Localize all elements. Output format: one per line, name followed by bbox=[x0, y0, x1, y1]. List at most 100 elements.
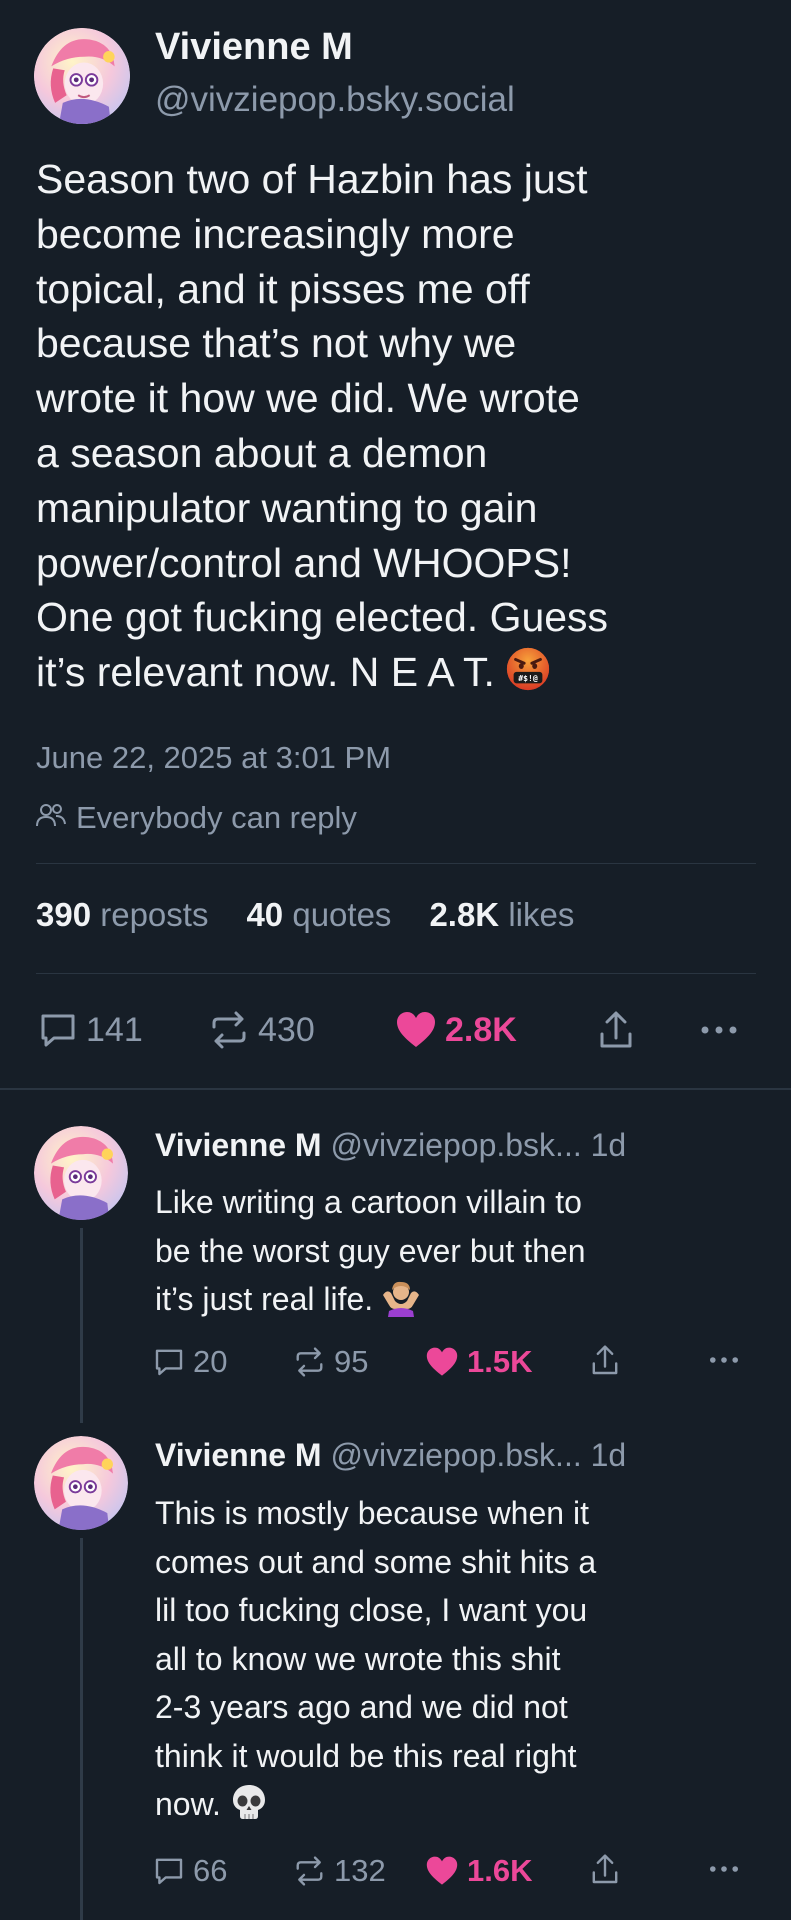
share-icon bbox=[600, 1011, 632, 1048]
reply-text-line: 2-3 years ago and we did not bbox=[155, 1689, 568, 1725]
reposts-stat[interactable]: 390 reposts bbox=[36, 896, 208, 934]
repost-count: 430 bbox=[258, 1010, 315, 1049]
like-count: 1.5K bbox=[467, 1344, 533, 1379]
reply-button[interactable]: 66 bbox=[153, 1853, 227, 1889]
reply-count: 141 bbox=[86, 1010, 143, 1049]
share-button[interactable] bbox=[589, 1853, 621, 1887]
reply-button[interactable]: 20 bbox=[153, 1344, 227, 1380]
thread-line bbox=[80, 1538, 83, 1920]
svg-text:#$!@: #$!@ bbox=[518, 673, 538, 683]
likes-count: 2.8K bbox=[429, 896, 500, 933]
reply-setting[interactable]: Everybody can reply bbox=[36, 800, 357, 836]
reply-text-line: Like writing a cartoon villain to bbox=[155, 1184, 582, 1220]
reply-setting-label: Everybody can reply bbox=[76, 800, 357, 835]
author-handle[interactable]: @vivziepop.bsky.social bbox=[155, 80, 515, 120]
repost-count: 132 bbox=[334, 1853, 386, 1888]
share-icon bbox=[592, 1854, 618, 1884]
heart-icon bbox=[397, 1012, 435, 1047]
reply-button[interactable]: 141 bbox=[38, 1010, 143, 1050]
reply-icon bbox=[41, 1014, 75, 1047]
like-button[interactable]: 1.5K bbox=[425, 1344, 532, 1380]
reply-text-line-content: it’s just real life. bbox=[155, 1281, 374, 1317]
share-icon bbox=[592, 1345, 618, 1375]
share-button[interactable] bbox=[596, 1010, 636, 1052]
repost-icon bbox=[296, 1856, 323, 1886]
thread-line bbox=[80, 1228, 83, 1423]
repost-button[interactable]: 430 bbox=[208, 1010, 315, 1050]
repost-button[interactable]: 95 bbox=[293, 1344, 368, 1380]
reply-header[interactable]: Vivienne M @vivziepop.bsk... 1d bbox=[155, 1127, 626, 1164]
avatar-illustration bbox=[34, 1436, 128, 1530]
author-avatar[interactable] bbox=[34, 28, 130, 124]
likes-stat[interactable]: 2.8K likes bbox=[429, 896, 574, 934]
repost-button[interactable]: 132 bbox=[293, 1853, 386, 1889]
divider bbox=[36, 973, 756, 974]
more-icon bbox=[710, 1866, 738, 1872]
more-icon bbox=[701, 1026, 737, 1034]
post-text-line: power/control and WHOOPS! bbox=[36, 539, 572, 586]
reply-time: 1d bbox=[590, 1437, 627, 1473]
more-options-button[interactable] bbox=[706, 1853, 742, 1885]
reply-text-line-last: it’s just real life. bbox=[155, 1275, 765, 1324]
post-text-line: a season about a demon bbox=[36, 429, 488, 476]
reply-text-line-last: now. bbox=[155, 1780, 765, 1829]
post-text-line: manipulator wanting to gain bbox=[36, 484, 538, 531]
quotes-count: 40 bbox=[246, 896, 284, 933]
post-text-line-last: it’s relevant now. N E A T. #$!@ bbox=[36, 645, 766, 700]
like-button[interactable]: 1.6K bbox=[425, 1853, 532, 1889]
reply-text-line-content: now. bbox=[155, 1786, 221, 1822]
likes-label: likes bbox=[508, 896, 575, 933]
reply-author-avatar[interactable] bbox=[34, 1436, 128, 1530]
repost-count: 95 bbox=[334, 1344, 369, 1379]
reply-author-name: Vivienne M bbox=[155, 1437, 322, 1473]
reply-header[interactable]: Vivienne M @vivziepop.bsk... 1d bbox=[155, 1437, 626, 1474]
reposts-count: 390 bbox=[36, 896, 92, 933]
more-options-button[interactable] bbox=[697, 1010, 741, 1050]
avatar-illustration bbox=[34, 1126, 128, 1220]
post-text-line-content: it’s relevant now. N E A T. bbox=[36, 649, 495, 696]
post-text-line: Season two of Hazbin has just bbox=[36, 156, 588, 202]
post-stats: 390 reposts 40 quotes 2.8K likes bbox=[36, 896, 574, 934]
like-button[interactable]: 2.8K bbox=[395, 1010, 517, 1050]
reply-icon bbox=[155, 1349, 183, 1376]
share-button[interactable] bbox=[589, 1344, 621, 1378]
post-text-line: wrote it how we did. We wrote bbox=[36, 375, 580, 422]
like-count: 2.8K bbox=[445, 1010, 517, 1049]
reply-author-handle: @vivziepop.bsk... bbox=[330, 1437, 582, 1473]
quotes-label: quotes bbox=[292, 896, 392, 933]
people-icon bbox=[36, 800, 66, 836]
reply-count: 20 bbox=[193, 1344, 228, 1379]
reply-text: Like writing a cartoon villain to be the… bbox=[155, 1178, 765, 1324]
reply-author-handle: @vivziepop.bsk... bbox=[330, 1127, 582, 1163]
reply-time: 1d bbox=[590, 1127, 627, 1163]
skull-icon bbox=[229, 1782, 269, 1822]
reply-text-line: all to know we wrote this shit bbox=[155, 1640, 561, 1677]
repost-icon bbox=[296, 1347, 323, 1377]
heart-icon bbox=[426, 1856, 458, 1885]
heart-icon bbox=[426, 1347, 458, 1376]
more-icon bbox=[710, 1357, 738, 1363]
divider bbox=[36, 863, 756, 864]
reply-author-avatar[interactable] bbox=[34, 1126, 128, 1220]
post-text: Season two of Hazbin has just become inc… bbox=[36, 152, 766, 700]
quotes-stat[interactable]: 40 quotes bbox=[246, 896, 391, 934]
more-options-button[interactable] bbox=[706, 1344, 742, 1376]
repost-icon bbox=[212, 1011, 246, 1049]
section-divider bbox=[0, 1088, 791, 1090]
reply-count: 66 bbox=[193, 1853, 228, 1888]
avatar-illustration bbox=[34, 28, 130, 124]
reply-author-name: Vivienne M bbox=[155, 1127, 322, 1163]
reply-text-line: comes out and some shit hits a bbox=[155, 1543, 597, 1580]
reposts-label: reposts bbox=[100, 896, 209, 933]
thread-view: Vivienne M @vivziepop.bsky.social Season… bbox=[0, 0, 791, 1920]
post-timestamp[interactable]: June 22, 2025 at 3:01 PM bbox=[36, 740, 391, 776]
post-text-line: because that’s not why we bbox=[36, 320, 517, 367]
reply-icon bbox=[155, 1858, 183, 1885]
reply-text-line: This is mostly because when it bbox=[155, 1495, 589, 1531]
reply-text-line: think it would be this real right bbox=[155, 1737, 577, 1774]
person-shrugging-icon bbox=[381, 1277, 421, 1317]
post-text-line: One got fucking elected. Guess bbox=[36, 594, 609, 641]
reply-text-line: lil too fucking close, I want you bbox=[155, 1592, 588, 1628]
reply-text-line: be the worst guy ever but then bbox=[155, 1232, 586, 1269]
author-name[interactable]: Vivienne M bbox=[155, 26, 353, 69]
